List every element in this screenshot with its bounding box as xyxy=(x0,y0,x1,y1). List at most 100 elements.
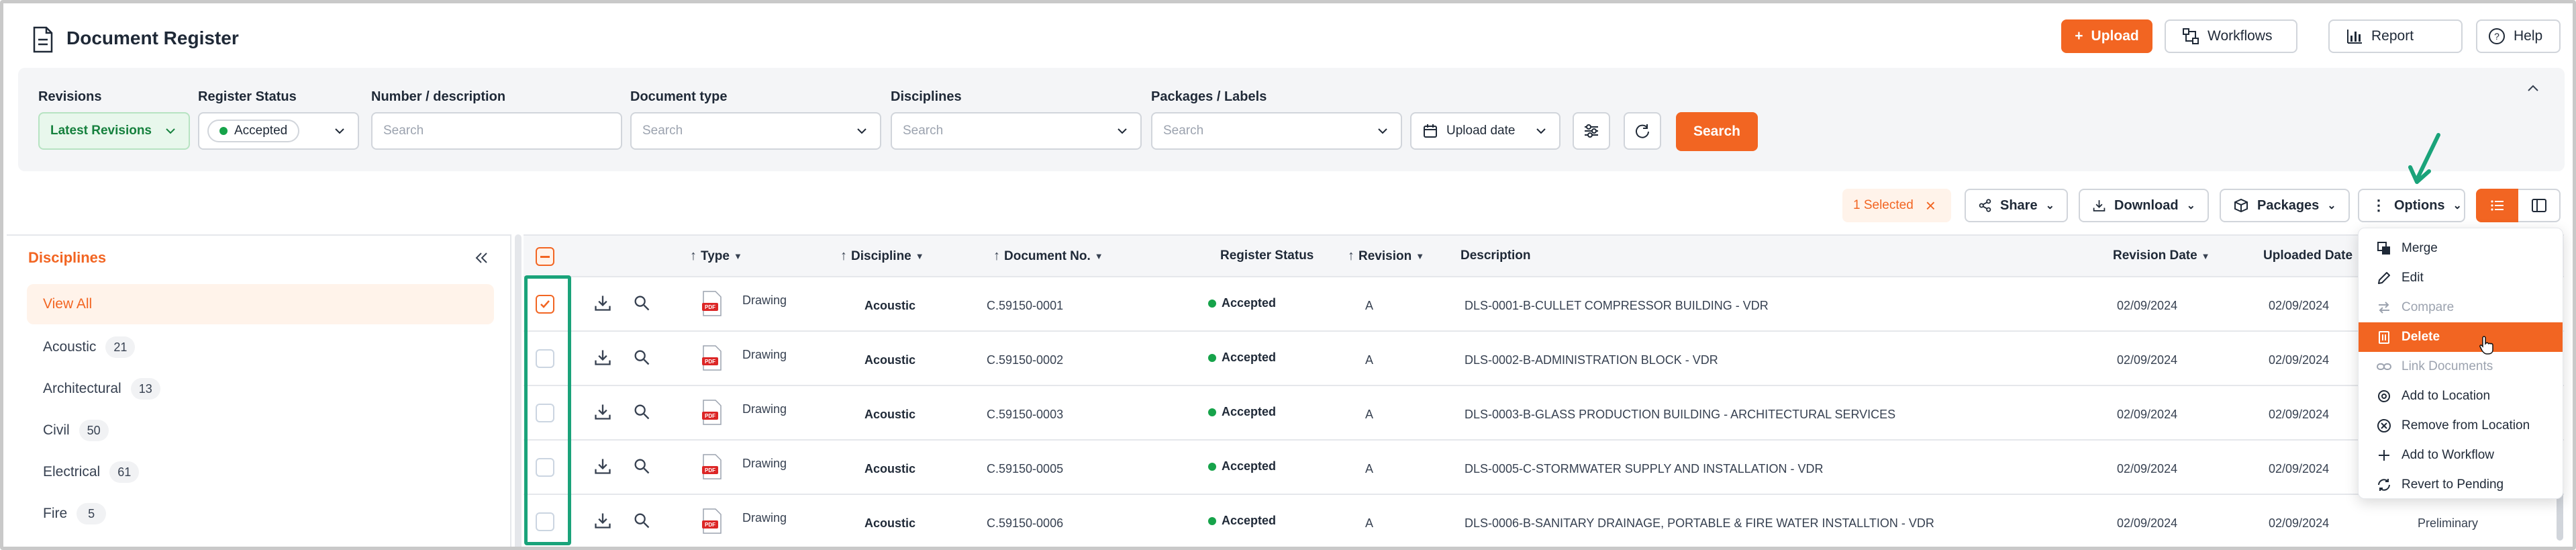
cell-document-no[interactable]: C.59150-0006 xyxy=(987,516,1063,531)
cell-description: DLS-0001-B-CULLET COMPRESSOR BUILDING - … xyxy=(1465,299,1769,312)
column-header-document-no[interactable]: ↑ Document No. ▼ xyxy=(993,248,1103,264)
upload-date-select[interactable]: Upload date xyxy=(1410,112,1561,150)
package-icon xyxy=(2234,198,2248,213)
workflows-button[interactable]: Workflows xyxy=(2165,19,2297,53)
help-icon: ? xyxy=(2489,28,2505,44)
report-button[interactable]: Report xyxy=(2328,19,2463,53)
options-button[interactable]: ⋮ Options ⌄ xyxy=(2358,189,2465,222)
document-type-label: Document type xyxy=(630,89,728,104)
sidebar-item-architectural[interactable]: Architectural 13 xyxy=(27,369,494,409)
revert-icon xyxy=(2378,479,2390,491)
sidebar-item-fire[interactable]: Fire 5 xyxy=(27,494,494,534)
preview-search-icon[interactable] xyxy=(632,348,651,367)
menu-item-edit[interactable]: Edit xyxy=(2359,263,2563,293)
menu-item-add-to-location[interactable]: Add to Location xyxy=(2359,381,2563,411)
clear-selection-icon[interactable]: × xyxy=(1926,195,1936,216)
table-row[interactable]: PDF Drawing Acoustic C.59150-0006 Accept… xyxy=(524,495,2564,547)
filter-panel: Revisions Latest Revisions Register Stat… xyxy=(18,68,2565,171)
download-icon[interactable] xyxy=(593,511,612,530)
disciplines-select[interactable]: Search xyxy=(891,112,1142,150)
cell-revision-date: 02/09/2024 xyxy=(2117,353,2178,367)
list-view-button[interactable] xyxy=(2476,189,2518,222)
help-button[interactable]: ? Help xyxy=(2476,19,2561,53)
preview-search-icon[interactable] xyxy=(632,511,651,530)
status-dot xyxy=(1208,353,1216,362)
cell-document-no[interactable]: C.59150-0003 xyxy=(987,408,1063,422)
cell-document-no[interactable]: C.59150-0002 xyxy=(987,353,1063,367)
trash-icon xyxy=(2379,331,2389,344)
status-chip: Accepted xyxy=(207,120,300,142)
sidebar-item-acoustic[interactable]: Acoustic 21 xyxy=(27,327,494,367)
number-description-label: Number / description xyxy=(371,89,506,104)
cell-document-no[interactable]: C.59150-0005 xyxy=(987,462,1063,476)
chevron-down-icon: ⌄ xyxy=(2453,200,2462,212)
share-button[interactable]: Share ⌄ xyxy=(1965,189,2068,222)
sliders-icon xyxy=(1585,124,1598,138)
count-badge: 21 xyxy=(105,336,136,358)
table-row[interactable]: PDF Drawing Acoustic C.59150-0001 Accept… xyxy=(524,277,2564,332)
sidebar-scrollbar[interactable] xyxy=(515,234,522,547)
revisions-select[interactable]: Latest Revisions xyxy=(38,112,190,150)
download-icon[interactable] xyxy=(593,348,612,367)
caret-down-icon: ▼ xyxy=(915,251,924,261)
table-row[interactable]: PDF Drawing Acoustic C.59150-0002 Accept… xyxy=(524,332,2564,386)
menu-item-merge[interactable]: Merge xyxy=(2359,234,2563,263)
selected-count-chip[interactable]: 1 Selected × xyxy=(1842,189,1951,222)
chevron-down-icon xyxy=(1378,128,1387,134)
menu-item-add-to-workflow[interactable]: Add to Workflow xyxy=(2359,441,2563,470)
sidebar-item-view-all[interactable]: View All xyxy=(27,284,494,324)
cell-description: DLS-0005-C-STORMWATER SUPPLY AND INSTALL… xyxy=(1465,462,1824,475)
menu-item-remove-from-location[interactable]: Remove from Location xyxy=(2359,411,2563,441)
sidebar-item-electrical[interactable]: Electrical 61 xyxy=(27,452,494,492)
column-label: Document No. xyxy=(1004,248,1091,263)
caret-down-icon: ▼ xyxy=(2201,250,2210,261)
caret-down-icon: ▼ xyxy=(1094,251,1103,261)
preview-search-icon[interactable] xyxy=(632,457,651,475)
column-header-uploaded-date[interactable]: Uploaded Date xyxy=(2263,248,2352,263)
calendar-icon xyxy=(1424,124,1437,138)
column-header-revision-date[interactable]: Revision Date ▼ xyxy=(2113,248,2210,263)
download-icon[interactable] xyxy=(593,293,612,312)
preview-search-icon[interactable] xyxy=(632,293,651,312)
status-badge: Accepted xyxy=(1208,459,1276,473)
preview-search-icon[interactable] xyxy=(632,402,651,421)
packages-button[interactable]: Packages ⌄ xyxy=(2220,189,2350,222)
pdf-icon: PDF xyxy=(702,400,722,425)
table-row[interactable]: PDF Drawing Acoustic C.59150-0003 Accept… xyxy=(524,386,2564,441)
collapse-left-icon[interactable] xyxy=(471,248,491,268)
column-header-discipline[interactable]: ↑ Discipline ▼ xyxy=(840,248,924,264)
chevron-up-icon[interactable] xyxy=(2524,80,2542,97)
register-status-select[interactable]: Accepted xyxy=(198,112,359,150)
revisions-value: Latest Revisions xyxy=(50,124,152,138)
chevron-down-icon: ⌄ xyxy=(2186,200,2195,212)
packages-labels-select[interactable]: Search xyxy=(1151,112,1402,150)
search-button[interactable]: Search xyxy=(1676,112,1758,151)
status-text: Accepted xyxy=(1222,514,1277,527)
table-row[interactable]: PDF Drawing Acoustic C.59150-0005 Accept… xyxy=(524,441,2564,495)
column-label: Register Status xyxy=(1220,248,1314,263)
status-badge: Accepted xyxy=(1208,296,1276,310)
remove-location-icon xyxy=(2377,419,2391,432)
column-header-type[interactable]: ↑ Type ▼ xyxy=(690,248,742,264)
advanced-filters-button[interactable] xyxy=(1573,112,1610,150)
sidebar-item-civil[interactable]: Civil 50 xyxy=(27,410,494,451)
workflows-button-label: Workflows xyxy=(2208,28,2273,44)
disciplines-label: Disciplines xyxy=(891,89,962,104)
download-button[interactable]: Download ⌄ xyxy=(2079,189,2209,222)
column-header-description[interactable]: Description xyxy=(1460,248,1531,263)
download-icon[interactable] xyxy=(593,457,612,475)
menu-item-revert-to-pending[interactable]: Revert to Pending xyxy=(2359,470,2563,500)
column-header-register-status[interactable]: Register Status xyxy=(1220,248,1314,263)
cell-type: Drawing xyxy=(742,402,787,416)
select-all-checkbox[interactable] xyxy=(536,247,554,266)
upload-button[interactable]: + Upload xyxy=(2061,19,2152,53)
svg-text:PDF: PDF xyxy=(705,304,715,310)
menu-item-delete[interactable]: Delete xyxy=(2359,322,2563,352)
reset-filters-button[interactable] xyxy=(1624,112,1661,150)
cell-document-no[interactable]: C.59150-0001 xyxy=(987,299,1063,313)
column-header-revision[interactable]: ↑ Revision ▼ xyxy=(1348,248,1424,264)
document-type-select[interactable]: Search xyxy=(630,112,881,150)
number-description-input[interactable]: Search xyxy=(371,112,622,150)
download-icon[interactable] xyxy=(593,402,612,421)
split-view-button[interactable] xyxy=(2518,189,2561,222)
